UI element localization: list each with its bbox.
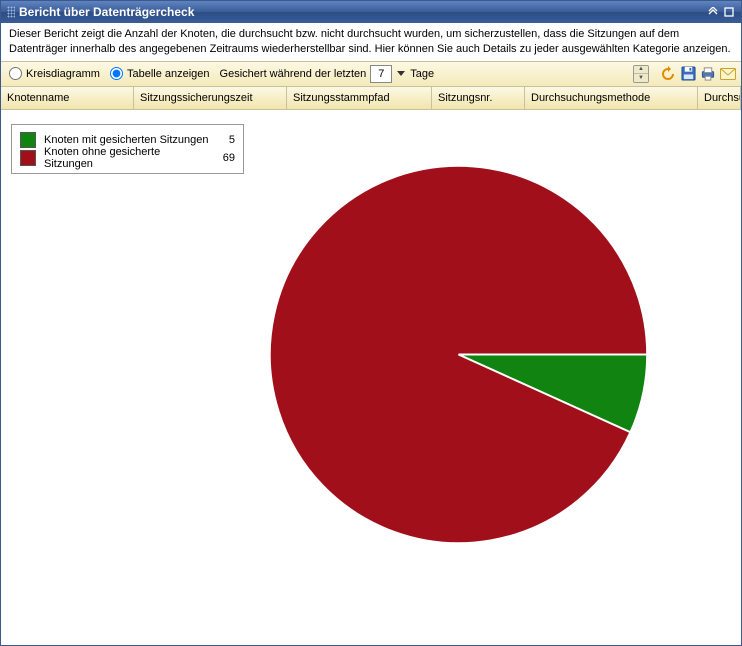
pie-chart — [266, 162, 651, 547]
refresh-icon[interactable] — [659, 65, 677, 83]
legend-swatch-secured — [20, 132, 36, 148]
toolbar: Kreisdiagramm Tabelle anzeigen Gesichert… — [1, 62, 741, 87]
days-filter-group: Gesichert während der letzten Tage — [220, 65, 435, 83]
col-sitzungsnr[interactable]: Sitzungsnr. — [432, 87, 525, 109]
pie-slice — [270, 166, 647, 543]
spinner-up-icon[interactable]: ▲ — [634, 66, 648, 75]
email-icon[interactable] — [719, 65, 737, 83]
days-dropdown-icon[interactable] — [396, 66, 406, 82]
table-column-headers: Knotenname Sitzungssicherungszeit Sitzun… — [1, 87, 741, 110]
legend-label-secured: Knoten mit gesicherten Sitzungen — [44, 134, 209, 146]
col-durchsuchungsmethode[interactable]: Durchsuchungsmethode — [525, 87, 698, 109]
days-spinner[interactable]: ▲ ▼ — [633, 65, 649, 83]
col-durchsuchungsstatus[interactable]: Durchsuchungssta — [698, 87, 741, 109]
window-title: Bericht über Datenträgercheck — [19, 5, 705, 19]
grip-icon — [7, 6, 15, 18]
chart-legend: Knoten mit gesicherten Sitzungen 5 Knote… — [11, 124, 244, 174]
radio-pie-chart[interactable]: Kreisdiagramm — [9, 67, 100, 80]
legend-label-unsecured: Knoten ohne gesicherte Sitzungen — [44, 146, 209, 170]
collapse-icon[interactable] — [705, 4, 721, 20]
titlebar: Bericht über Datenträgercheck — [1, 1, 741, 23]
toolbar-actions — [659, 65, 737, 83]
radio-show-table[interactable]: Tabelle anzeigen — [110, 67, 210, 80]
save-icon[interactable] — [679, 65, 697, 83]
legend-value-secured: 5 — [217, 134, 235, 146]
maximize-icon[interactable] — [721, 4, 737, 20]
col-sitzungsstammpfad[interactable]: Sitzungsstammpfad — [287, 87, 432, 109]
legend-value-unsecured: 69 — [217, 152, 235, 164]
radio-table-label: Tabelle anzeigen — [127, 68, 210, 80]
legend-swatch-unsecured — [20, 150, 36, 166]
col-knotenname[interactable]: Knotenname — [1, 87, 134, 109]
radio-pie-input[interactable] — [9, 67, 22, 80]
report-description: Dieser Bericht zeigt die Anzahl der Knot… — [1, 23, 741, 62]
legend-row-unsecured: Knoten ohne gesicherte Sitzungen 69 — [20, 149, 235, 167]
col-sitzungssicherungszeit[interactable]: Sitzungssicherungszeit — [134, 87, 287, 109]
days-input[interactable] — [370, 65, 392, 83]
days-suffix-label: Tage — [410, 68, 434, 80]
chart-area: Knoten mit gesicherten Sitzungen 5 Knote… — [1, 110, 741, 645]
radio-pie-label: Kreisdiagramm — [26, 68, 100, 80]
radio-table-input[interactable] — [110, 67, 123, 80]
print-icon[interactable] — [699, 65, 717, 83]
spinner-down-icon[interactable]: ▼ — [634, 74, 648, 82]
secured-prefix-label: Gesichert während der letzten — [220, 68, 367, 80]
report-window: Bericht über Datenträgercheck Dieser Ber… — [0, 0, 742, 646]
